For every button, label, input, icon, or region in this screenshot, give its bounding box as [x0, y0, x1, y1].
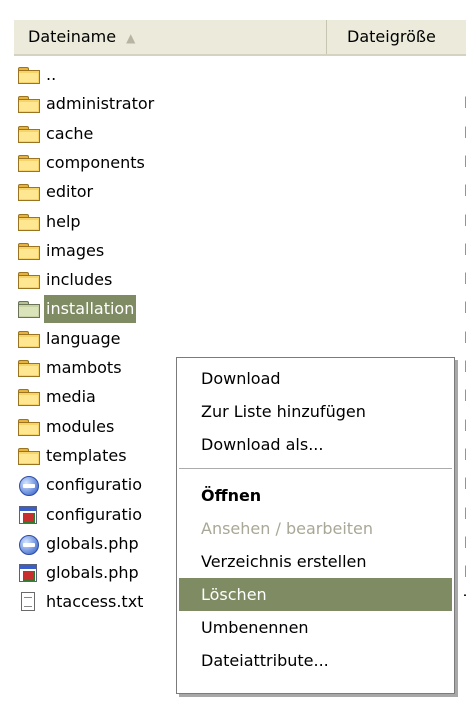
window-frame-left	[0, 0, 14, 711]
file-name: configuratio	[46, 504, 142, 524]
file-row[interactable]: installation	[18, 294, 137, 323]
php-file-icon	[18, 475, 42, 496]
file-row[interactable]: includes	[18, 265, 114, 293]
menu-separator	[179, 468, 452, 470]
file-name: help	[46, 211, 81, 231]
file-name: editor	[46, 181, 94, 201]
file-name: language	[46, 328, 121, 348]
file-row[interactable]: configuratio	[18, 500, 144, 528]
folder-icon	[18, 94, 42, 114]
folder-icon	[18, 182, 42, 202]
file-row[interactable]: templates	[18, 441, 129, 469]
window-file-icon	[18, 505, 42, 525]
folder-icon	[18, 358, 42, 378]
file-name: templates	[46, 445, 127, 465]
file-row[interactable]: htaccess.txt	[18, 587, 145, 615]
menu-item-delete[interactable]: Löschen	[179, 578, 452, 611]
column-header-filename[interactable]: Dateiname ▲	[14, 20, 327, 54]
column-header-filesize-label: Dateigröße	[347, 27, 436, 46]
file-name: mambots	[46, 357, 122, 377]
file-row[interactable]: globals.php	[18, 529, 141, 557]
folder-icon	[18, 270, 42, 290]
file-row[interactable]: modules	[18, 412, 116, 440]
menu-item-open[interactable]: Öffnen	[179, 479, 452, 512]
menu-item-file-attributes[interactable]: Dateiattribute...	[179, 644, 452, 677]
menu-item-create-directory[interactable]: Verzeichnis erstellen	[179, 545, 452, 578]
file-row[interactable]: globals.php	[18, 558, 141, 586]
php-file-icon	[18, 534, 42, 555]
menu-item-rename[interactable]: Umbenennen	[179, 611, 452, 644]
menu-item-view-edit: Ansehen / bearbeiten	[201, 519, 374, 538]
folder-icon	[18, 241, 42, 261]
file-name: globals.php	[46, 562, 139, 582]
folder-icon	[18, 329, 42, 349]
file-row[interactable]: media	[18, 382, 98, 410]
file-row[interactable]: editor	[18, 177, 95, 205]
menu-item-download[interactable]: Download	[179, 362, 452, 395]
column-header-filesize[interactable]: Dateigröße	[328, 20, 466, 54]
file-name: cache	[46, 123, 94, 143]
folder-icon	[18, 417, 42, 437]
file-row[interactable]: cache	[18, 119, 95, 147]
window-file-icon	[18, 563, 42, 583]
menu-item-add-to-list[interactable]: Zur Liste hinzufügen	[179, 395, 452, 428]
file-name: htaccess.txt	[46, 591, 144, 611]
file-row[interactable]: images	[18, 236, 106, 264]
folder-icon	[18, 65, 42, 85]
file-row[interactable]: configuratio	[18, 470, 144, 498]
file-row[interactable]: mambots	[18, 353, 124, 381]
file-name: administrator	[46, 93, 155, 113]
file-name: ..	[46, 64, 57, 84]
file-row[interactable]: language	[18, 324, 123, 352]
context-menu: Download Zur Liste hinzufügen Download a…	[176, 357, 455, 694]
folder-icon	[18, 446, 42, 466]
file-name: components	[46, 152, 145, 172]
file-row[interactable]: ..	[18, 60, 58, 88]
folder-icon	[18, 299, 42, 319]
file-name: configuratio	[46, 474, 142, 494]
file-name: installation	[44, 294, 137, 323]
menu-item-download-as[interactable]: Download als...	[179, 428, 452, 461]
window-frame-top	[0, 0, 466, 14]
text-file-icon	[18, 591, 42, 612]
file-name: modules	[46, 416, 115, 436]
file-row[interactable]: administrator	[18, 89, 156, 117]
column-header: Dateiname ▲ Dateigröße	[14, 20, 466, 56]
sort-ascending-icon: ▲	[126, 31, 136, 45]
file-row[interactable]: help	[18, 207, 83, 235]
file-name: includes	[46, 269, 113, 289]
column-header-filename-label: Dateiname	[28, 27, 117, 46]
file-row[interactable]: components	[18, 148, 147, 176]
folder-icon	[18, 153, 42, 173]
file-name: images	[46, 240, 105, 260]
file-name: media	[46, 386, 96, 406]
folder-icon	[18, 387, 42, 407]
folder-icon	[18, 212, 42, 232]
file-name: globals.php	[46, 533, 139, 553]
folder-icon	[18, 124, 42, 144]
